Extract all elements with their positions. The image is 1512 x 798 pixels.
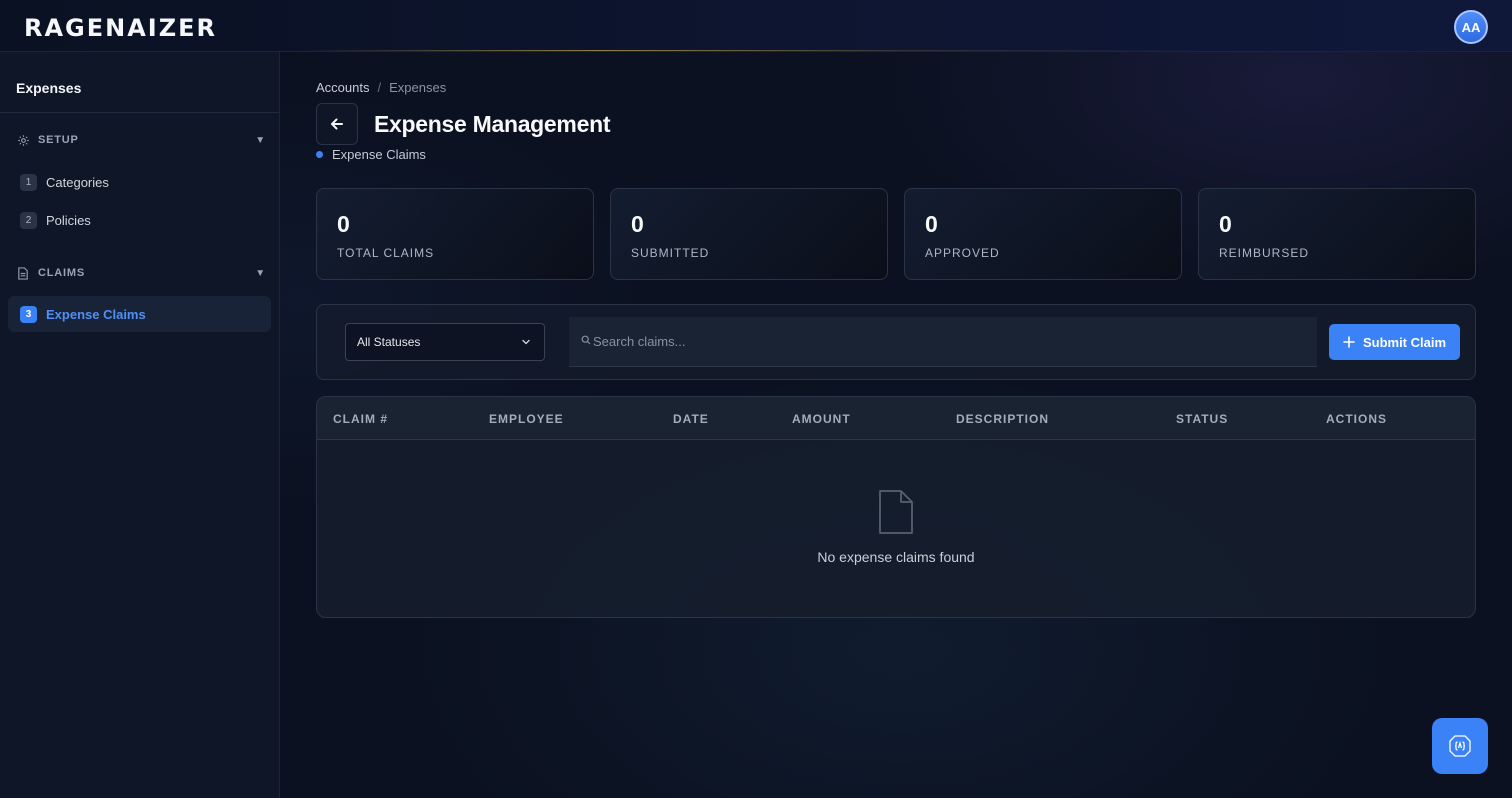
main-content: Accounts / Expenses Expense Management E… <box>280 52 1512 798</box>
status-filter-value: All Statuses <box>357 335 421 349</box>
item-number-badge: 1 <box>20 173 37 191</box>
status-filter-select[interactable]: All Statuses <box>345 323 545 361</box>
sidebar: Expenses SETUP ▼ 1 Categories 2 Policies… <box>0 52 280 798</box>
assistant-button[interactable] <box>1432 718 1488 774</box>
search-placeholder: Search claims... <box>593 334 686 349</box>
filter-bar: All Statuses Search claims... Submit Cla… <box>316 304 1476 380</box>
search-icon <box>581 335 591 344</box>
arrow-left-icon <box>331 118 343 130</box>
item-number-badge: 3 <box>20 305 37 323</box>
stat-value: 0 <box>631 211 644 237</box>
column-header-employee[interactable]: EMPLOYEE <box>489 412 564 426</box>
column-header-description[interactable]: DESCRIPTION <box>956 412 1049 426</box>
stat-label: TOTAL CLAIMS <box>337 246 435 260</box>
app-logo[interactable]: RAGENAIZER <box>24 14 217 42</box>
stat-label: APPROVED <box>925 246 1000 260</box>
breadcrumb-accounts[interactable]: Accounts <box>316 80 369 95</box>
sidebar-item-expense-claims[interactable]: 3 Expense Claims <box>8 296 271 332</box>
gear-icon <box>16 133 30 147</box>
table-header: CLAIM # EMPLOYEE DATE AMOUNT DESCRIPTION… <box>317 397 1475 440</box>
breadcrumb-separator: / <box>377 80 382 95</box>
top-bar: RAGENAIZER AA <box>0 0 1512 52</box>
stat-label: REIMBURSED <box>1219 246 1310 260</box>
stat-card-submitted: 0 SUBMITTED <box>610 188 888 280</box>
page-subtitle: Expense Claims <box>316 147 426 162</box>
breadcrumb-current: Expenses <box>389 80 447 95</box>
chevron-down-icon <box>522 339 530 345</box>
sidebar-item-policies[interactable]: 2 Policies <box>8 202 271 238</box>
column-header-date[interactable]: DATE <box>673 412 709 426</box>
stat-card-approved: 0 APPROVED <box>904 188 1182 280</box>
caret-down-icon: ▼ <box>255 134 266 146</box>
submit-claim-button[interactable]: Submit Claim <box>1329 324 1460 360</box>
back-button[interactable] <box>316 103 358 145</box>
assistant-icon <box>1449 735 1471 757</box>
status-dot <box>316 151 323 158</box>
section-label: SETUP <box>38 134 79 146</box>
subtitle-text: Expense Claims <box>332 147 426 162</box>
breadcrumb: Accounts / Expenses <box>316 80 446 95</box>
stat-card-reimbursed: 0 REIMBURSED <box>1198 188 1476 280</box>
empty-state: No expense claims found <box>317 489 1475 565</box>
user-avatar[interactable]: AA <box>1454 10 1488 44</box>
plus-icon <box>1343 336 1355 348</box>
empty-state-message: No expense claims found <box>817 549 975 565</box>
column-header-claim[interactable]: CLAIM # <box>333 412 388 426</box>
sidebar-divider <box>0 112 279 113</box>
sidebar-title: Expenses <box>16 80 82 96</box>
sidebar-item-label: Policies <box>46 212 91 228</box>
stat-value: 0 <box>925 211 938 237</box>
stat-label: SUBMITTED <box>631 246 710 260</box>
claims-table: CLAIM # EMPLOYEE DATE AMOUNT DESCRIPTION… <box>316 396 1476 618</box>
stat-value: 0 <box>1219 211 1232 237</box>
sidebar-item-label: Categories <box>46 174 109 190</box>
stat-card-total-claims: 0 TOTAL CLAIMS <box>316 188 594 280</box>
column-header-status[interactable]: STATUS <box>1176 412 1228 426</box>
page-title: Expense Management <box>374 111 611 137</box>
sidebar-section-setup[interactable]: SETUP ▼ <box>16 130 266 150</box>
header-glow-line <box>300 50 1200 51</box>
column-header-amount[interactable]: AMOUNT <box>792 412 851 426</box>
search-input[interactable]: Search claims... <box>569 317 1317 367</box>
document-icon <box>16 266 30 280</box>
item-number-badge: 2 <box>20 211 37 229</box>
file-icon <box>876 489 916 535</box>
sidebar-section-claims[interactable]: CLAIMS ▼ <box>16 263 266 283</box>
submit-claim-label: Submit Claim <box>1362 334 1447 350</box>
stat-value: 0 <box>337 211 350 237</box>
section-label: CLAIMS <box>38 267 85 279</box>
column-header-actions[interactable]: ACTIONS <box>1326 412 1387 426</box>
caret-down-icon: ▼ <box>255 267 266 279</box>
sidebar-item-categories[interactable]: 1 Categories <box>8 164 271 200</box>
sidebar-item-label: Expense Claims <box>46 306 146 322</box>
